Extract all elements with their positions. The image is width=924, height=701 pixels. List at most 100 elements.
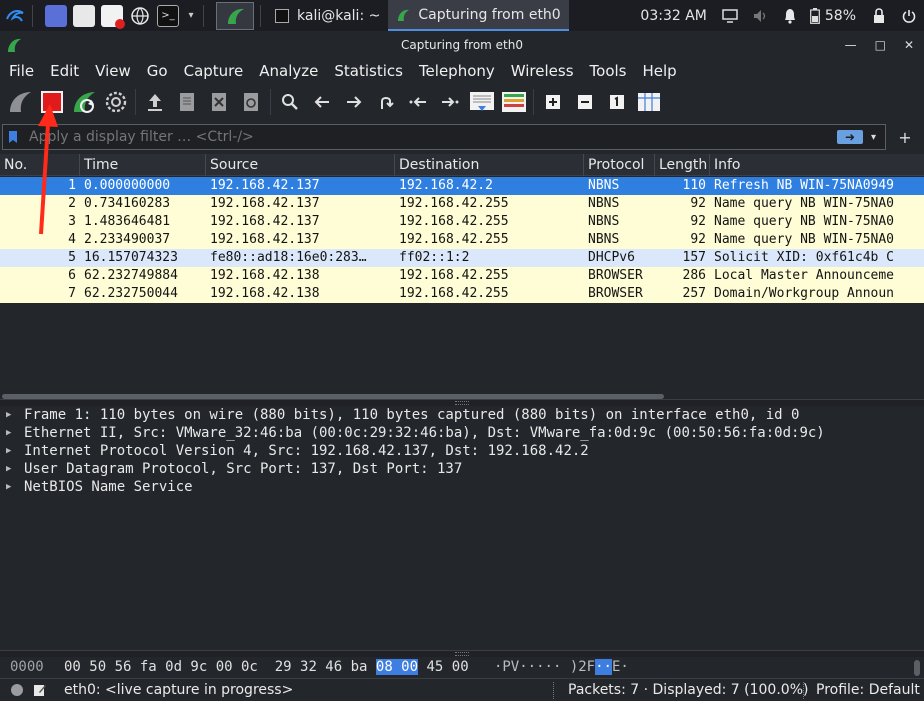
bytes-vscrollbar[interactable]: [914, 660, 920, 676]
lock-icon[interactable]: [864, 7, 894, 24]
save-file-icon[interactable]: [171, 86, 203, 118]
packet-bytes[interactable]: 0000 00 50 56 fa 0d 9c 00 0c 29 32 46 ba…: [0, 657, 924, 677]
packet-info: Domain/Workgroup Announ: [714, 286, 895, 301]
normal-size-icon[interactable]: [601, 86, 633, 118]
battery-icon[interactable]: [805, 7, 825, 24]
pane-splitter[interactable]: [0, 650, 924, 657]
detail-tree-item[interactable]: ▶ Ethernet II, Src: VMware_32:46:ba (00:…: [0, 424, 924, 442]
find-packet-icon[interactable]: [274, 86, 306, 118]
wireshark-workspace-button[interactable]: [216, 1, 254, 30]
packet-no: 7: [68, 286, 76, 301]
task-wireshark[interactable]: Capturing from eth0: [388, 0, 569, 31]
expand-arrow-icon[interactable]: ▶: [0, 406, 16, 424]
chevron-down-icon[interactable]: ▾: [185, 5, 197, 27]
go-back-icon[interactable]: [306, 86, 338, 118]
auto-scroll-icon[interactable]: [466, 86, 498, 118]
maximize-icon[interactable]: □: [875, 38, 886, 52]
packet-row[interactable]: 2 0.734160283 192.168.42.137 192.168.42.…: [0, 195, 924, 213]
notification-bell-icon[interactable]: [775, 8, 805, 24]
volume-icon[interactable]: [745, 9, 775, 23]
menu-go[interactable]: Go: [138, 62, 175, 80]
display-filter-input[interactable]: [23, 129, 837, 145]
zoom-out-icon[interactable]: [569, 86, 601, 118]
expand-arrow-icon[interactable]: ▶: [0, 478, 16, 496]
power-icon[interactable]: [894, 9, 924, 23]
resize-columns-icon[interactable]: [633, 86, 665, 118]
column-header-time[interactable]: Time: [80, 154, 206, 176]
column-header-info[interactable]: Info: [710, 154, 924, 176]
apply-filter-arrow-icon[interactable]: ➜: [837, 130, 863, 144]
packet-no: 2: [68, 196, 76, 211]
window-titlebar[interactable]: Capturing from eth0 — □ ✕: [0, 31, 924, 59]
text-editor-icon[interactable]: [101, 4, 125, 29]
column-header-no[interactable]: No.: [0, 154, 80, 176]
browser-icon[interactable]: [129, 5, 151, 27]
zoom-in-icon[interactable]: [537, 86, 569, 118]
detail-tree-item[interactable]: ▶ User Datagram Protocol, Src Port: 137,…: [0, 460, 924, 478]
column-header-destination[interactable]: Destination: [395, 154, 584, 176]
desktop-icon[interactable]: [45, 4, 67, 27]
packet-no: 6: [68, 268, 76, 283]
stop-capture-icon[interactable]: [36, 86, 68, 118]
menu-wireless[interactable]: Wireless: [502, 62, 581, 80]
status-profile[interactable]: Profile: Default: [816, 682, 920, 698]
reload-file-icon[interactable]: [235, 86, 267, 118]
splitter-grip[interactable]: [455, 401, 469, 405]
packet-length: 286: [682, 268, 706, 283]
column-header-protocol[interactable]: Protocol: [584, 154, 655, 176]
start-capture-icon[interactable]: [4, 86, 36, 118]
go-last-packet-icon[interactable]: [434, 86, 466, 118]
menu-analyze[interactable]: Analyze: [250, 62, 325, 80]
packet-row[interactable]: 6 62.232749884 192.168.42.138 192.168.42…: [0, 267, 924, 285]
packet-row[interactable]: 5 16.157074323 fe80::ad18:16e0:283… ff02…: [0, 249, 924, 267]
clock[interactable]: 03:32 AM: [632, 8, 714, 24]
packet-row[interactable]: 4 2.233490037 192.168.42.137 192.168.42.…: [0, 231, 924, 249]
menu-telephony[interactable]: Telephony: [410, 62, 502, 80]
column-header-source[interactable]: Source: [206, 154, 395, 176]
filter-dropdown-icon[interactable]: ▾: [871, 132, 885, 143]
capture-comment-icon[interactable]: [33, 683, 47, 697]
expand-arrow-icon[interactable]: ▶: [0, 424, 16, 442]
column-header-length[interactable]: Length: [655, 154, 710, 176]
window-title: Capturing from eth0: [400, 38, 524, 52]
packet-row[interactable]: 1 0.000000000 192.168.42.137 192.168.42.…: [0, 177, 924, 195]
menu-edit[interactable]: Edit: [41, 62, 86, 80]
detail-tree-item[interactable]: ▶ Frame 1: 110 bytes on wire (880 bits),…: [0, 406, 924, 424]
menu-help[interactable]: Help: [633, 62, 683, 80]
restart-capture-icon[interactable]: [68, 86, 100, 118]
expand-arrow-icon[interactable]: ▶: [0, 442, 16, 460]
expert-info-led-icon[interactable]: [11, 684, 23, 696]
open-file-icon[interactable]: [139, 86, 171, 118]
kali-menu-icon[interactable]: [4, 5, 26, 27]
detail-tree-item[interactable]: ▶ Internet Protocol Version 4, Src: 192.…: [0, 442, 924, 460]
menu-view[interactable]: View: [86, 62, 138, 80]
packet-length: 110: [682, 178, 706, 193]
menu-capture[interactable]: Capture: [175, 62, 251, 80]
menu-tools[interactable]: Tools: [581, 62, 634, 80]
colorize-icon[interactable]: [498, 86, 530, 118]
toolbar-separator: [135, 89, 136, 115]
display-icon[interactable]: [715, 8, 745, 23]
files-icon[interactable]: [73, 4, 95, 27]
add-filter-button-icon[interactable]: +: [890, 124, 920, 150]
expand-arrow-icon[interactable]: ▶: [0, 460, 16, 478]
go-first-packet-icon[interactable]: [402, 86, 434, 118]
close-icon[interactable]: ✕: [904, 38, 914, 52]
go-forward-icon[interactable]: [338, 86, 370, 118]
detail-tree-item[interactable]: ▶ NetBIOS Name Service: [0, 478, 924, 496]
toolbar-separator: [533, 89, 534, 115]
splitter-grip[interactable]: [455, 652, 469, 656]
bookmark-icon[interactable]: [3, 125, 23, 149]
minimize-icon[interactable]: —: [845, 38, 857, 52]
close-file-icon[interactable]: [203, 86, 235, 118]
go-to-packet-icon[interactable]: [370, 86, 402, 118]
packet-row[interactable]: 3 1.483646481 192.168.42.137 192.168.42.…: [0, 213, 924, 231]
packet-row[interactable]: 7 62.232750044 192.168.42.138 192.168.42…: [0, 285, 924, 303]
packet-time: 0.734160283: [84, 196, 171, 211]
task-terminal[interactable]: kali@kali: ~: [267, 0, 388, 31]
menu-statistics[interactable]: Statistics: [325, 62, 410, 80]
terminal-icon[interactable]: >_: [157, 4, 179, 27]
menu-file[interactable]: File: [0, 62, 41, 80]
pane-splitter[interactable]: [0, 399, 924, 406]
capture-options-icon[interactable]: [100, 86, 132, 118]
